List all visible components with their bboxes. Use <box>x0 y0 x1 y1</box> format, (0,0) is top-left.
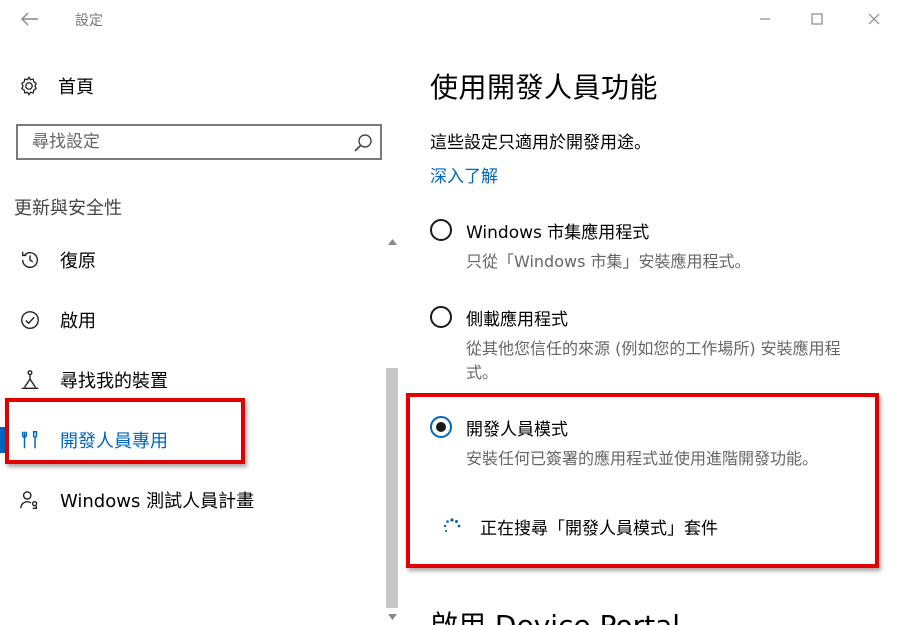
close-icon <box>868 13 880 25</box>
sidebar-item-label: Windows 測試人員計畫 <box>60 491 255 512</box>
sidebar: 首頁 更新與安全性 復原 <box>0 38 400 625</box>
insider-person-icon <box>18 488 42 512</box>
option-description: 從其他您信任的來源 (例如您的工作場所) 安裝應用程式。 <box>466 339 841 382</box>
radio-store-apps[interactable] <box>430 219 452 241</box>
arrow-left-icon <box>21 12 38 26</box>
device-portal-title: 啟用 Device Portal <box>430 604 680 625</box>
close-button[interactable] <box>851 4 897 34</box>
sidebar-nav: 復原 啟用 尋找我的裝置 開發人員專用 Windows 測試人員計畫 <box>0 230 384 530</box>
sidebar-item-label: 復原 <box>60 251 96 272</box>
gear-icon <box>21 76 37 96</box>
person-pin-icon <box>18 368 42 392</box>
option-label[interactable]: Windows 市集應用程式 <box>466 218 649 243</box>
check-circle-icon <box>18 308 42 332</box>
title-bar: 設定 <box>0 0 903 38</box>
search-icon <box>354 134 372 152</box>
minimize-button[interactable] <box>742 4 788 34</box>
history-icon <box>18 248 42 272</box>
highlight-box-developer-mode <box>406 393 879 568</box>
page-title: 使用開發人員功能 <box>430 71 659 104</box>
back-button[interactable] <box>14 6 46 32</box>
sidebar-item-activation[interactable]: 啟用 <box>0 290 384 350</box>
option-sideload-apps: 側載應用程式 從其他您信任的來源 (例如您的工作場所) 安裝應用程式。 <box>430 303 870 385</box>
option-store-apps: Windows 市集應用程式 只從「Windows 市集」安裝應用程式。 <box>430 216 870 274</box>
home-label: 首頁 <box>58 77 94 98</box>
sidebar-item-label: 尋找我的裝置 <box>60 371 168 392</box>
radio-sideload-apps[interactable] <box>430 306 452 328</box>
option-description: 只從「Windows 市集」安裝應用程式。 <box>466 252 751 271</box>
sidebar-item-home[interactable]: 首頁 <box>18 73 94 99</box>
highlight-box-sidebar <box>5 398 245 464</box>
sidebar-item-label: 啟用 <box>60 311 96 332</box>
page-description: 這些設定只適用於開發用途。 <box>430 133 651 153</box>
search-box[interactable] <box>16 124 382 160</box>
minimize-icon <box>760 18 770 20</box>
maximize-button[interactable] <box>794 4 840 34</box>
scroll-thumb[interactable] <box>386 368 398 608</box>
settings-window: 設定 首頁 更新與安全性 <box>0 0 903 625</box>
search-input[interactable] <box>32 132 352 152</box>
window-title: 設定 <box>75 13 103 29</box>
scroll-down-icon[interactable] <box>385 611 399 623</box>
section-title: 更新與安全性 <box>14 198 122 219</box>
learn-more-link[interactable]: 深入了解 <box>430 162 498 187</box>
sidebar-scrollbar[interactable] <box>385 236 399 625</box>
scroll-up-icon[interactable] <box>385 236 399 248</box>
maximize-icon <box>811 13 823 25</box>
sidebar-item-recovery[interactable]: 復原 <box>0 230 384 290</box>
option-label[interactable]: 側載應用程式 <box>466 305 568 330</box>
sidebar-item-insider[interactable]: Windows 測試人員計畫 <box>0 470 384 530</box>
